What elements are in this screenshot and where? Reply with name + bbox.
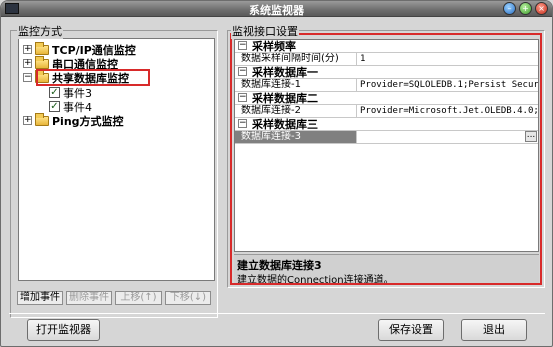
tree-item-event4[interactable]: ✓ 事件4	[49, 100, 92, 114]
tree-item-label: Ping方式监控	[52, 114, 124, 128]
folder-icon	[35, 55, 49, 69]
title-bar[interactable]: 系统监视器 – + ×	[1, 1, 552, 17]
open-monitor-button[interactable]: 打开监视器	[27, 319, 100, 341]
monitor-mode-group: + TCP/IP通信监控 + 串口通信监控 − 共享数据库监控 ✓ 事件3 ✓	[10, 30, 218, 318]
monitor-mode-tree[interactable]: + TCP/IP通信监控 + 串口通信监控 − 共享数据库监控 ✓ 事件3 ✓	[18, 38, 215, 281]
maximize-button[interactable]: +	[519, 2, 532, 15]
highlight-box	[36, 69, 150, 86]
expand-icon[interactable]: +	[23, 116, 32, 125]
interface-settings-group: − 采样频率 数据采样间隔时间(分) 1 − 采样数据库一 数据库连接-1 Pr…	[227, 30, 545, 288]
move-down-button[interactable]: 下移(↓)	[165, 291, 211, 305]
divider	[9, 313, 545, 314]
tree-item-tcpip[interactable]: + TCP/IP通信监控	[23, 41, 136, 57]
event-checkbox[interactable]: ✓	[49, 87, 60, 98]
minimize-button[interactable]: –	[503, 2, 516, 15]
exit-button[interactable]: 退出	[461, 319, 527, 341]
window-title: 系统监视器	[249, 4, 304, 17]
monitor-mode-title: 监控方式	[17, 23, 63, 39]
collapse-icon[interactable]: −	[23, 73, 32, 82]
delete-event-button[interactable]: 删除事件	[66, 291, 112, 305]
folder-icon	[35, 112, 49, 126]
system-monitor-window: 系统监视器 – + × + TCP/IP通信监控 + 串口通信监控 − 共享数据…	[0, 0, 553, 347]
folder-icon	[35, 41, 49, 55]
tree-item-ping[interactable]: + Ping方式监控	[23, 112, 124, 128]
event-checkbox[interactable]: ✓	[49, 101, 60, 112]
expand-icon[interactable]: +	[23, 59, 32, 68]
interface-settings-title: 监视接口设置	[231, 23, 299, 39]
expand-icon[interactable]: +	[23, 45, 32, 54]
save-settings-button[interactable]: 保存设置	[378, 319, 444, 341]
add-event-button[interactable]: 增加事件	[17, 291, 63, 305]
window-controls: – + ×	[503, 2, 548, 15]
tree-item-event3[interactable]: ✓ 事件3	[49, 86, 92, 100]
highlight-box	[230, 33, 542, 285]
close-button[interactable]: ×	[535, 2, 548, 15]
move-up-button[interactable]: 上移(↑)	[115, 291, 162, 305]
